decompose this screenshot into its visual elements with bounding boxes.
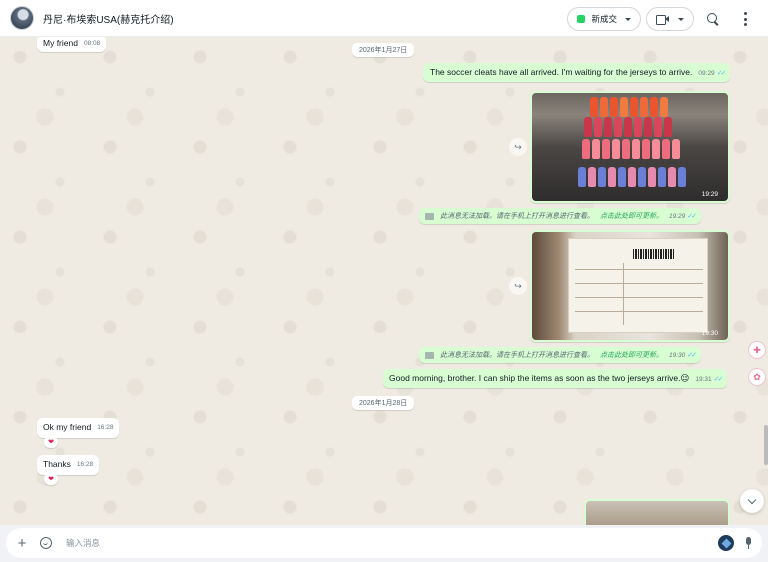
- message-text: Good morning, brother. I can ship the it…: [389, 373, 681, 383]
- message-time: 16:28: [97, 424, 114, 431]
- chevron-down-icon: [747, 495, 757, 504]
- unavailable-message[interactable]: 此消息无法加载。请在手机上打开消息进行查看。 点击此处即可更新。 19:29 ✓✓: [419, 208, 702, 224]
- message-input[interactable]: [66, 538, 718, 548]
- mic-button[interactable]: [744, 537, 752, 549]
- caret-down-icon: [678, 17, 684, 21]
- system-text: 此消息无法加载。请在手机上打开消息进行查看。: [440, 352, 594, 359]
- message-time: 09:29: [698, 70, 715, 77]
- meta-ai-button[interactable]: [718, 535, 734, 551]
- message-time: 19:30: [669, 351, 686, 359]
- chat-header: 丹尼·布埃索USA(赫克托介绍) 新成交: [0, 0, 768, 37]
- status-label-dropdown[interactable]: 新成交: [567, 7, 641, 31]
- message-text: Thanks: [43, 459, 71, 469]
- message-time: 19:31: [695, 376, 712, 383]
- message-unavailable-icon: [425, 212, 434, 220]
- date-separator: 2026年1月27日: [352, 43, 415, 57]
- image-time: 19:30: [701, 330, 718, 337]
- video-call-dropdown[interactable]: [646, 7, 694, 31]
- message-text: Ok my friend: [43, 422, 92, 432]
- read-ticks-icon: ✓✓: [716, 70, 727, 77]
- image-time: 19:29: [701, 191, 718, 198]
- attach-button[interactable]: +: [10, 531, 34, 555]
- message-out[interactable]: The soccer cleats have all arrived. I'm …: [423, 63, 731, 82]
- emoji-icon: [40, 537, 52, 549]
- composer: +: [6, 528, 762, 558]
- scroll-to-bottom-button[interactable]: [740, 489, 764, 513]
- search-icon: [706, 12, 720, 26]
- menu-dots-icon: [743, 12, 747, 26]
- caret-down-icon: [625, 17, 631, 21]
- status-label-text: 新成交: [591, 14, 617, 24]
- message-unavailable-icon: [425, 351, 434, 359]
- read-ticks-icon: ✓✓: [687, 213, 697, 220]
- message-in[interactable]: My friend 08:08: [37, 37, 107, 52]
- plus-icon: +: [17, 534, 27, 552]
- side-translate-button[interactable]: ✿: [748, 368, 766, 386]
- side-tool-button[interactable]: ✚: [748, 341, 766, 359]
- message-text: My friend: [43, 38, 78, 48]
- system-text: 此消息无法加载。请在手机上打开消息进行查看。: [440, 213, 594, 220]
- avatar[interactable]: [10, 6, 34, 30]
- read-ticks-icon: ✓✓: [687, 352, 697, 359]
- heart-reaction-icon[interactable]: ❤: [44, 436, 58, 448]
- menu-button[interactable]: [732, 6, 758, 32]
- update-link[interactable]: 点击此处即可更新。: [600, 350, 663, 360]
- message-in[interactable]: Thanks 16:28: [37, 455, 100, 475]
- scrollbar[interactable]: [764, 425, 768, 465]
- header-actions: 新成交: [567, 6, 758, 32]
- meta-ai-icon: [721, 538, 731, 548]
- emoji-button[interactable]: [34, 531, 58, 555]
- date-separator: 2026年1月28日: [352, 396, 415, 410]
- wink-emoji-icon: 😉: [680, 373, 690, 383]
- image-message[interactable]: 19:29: [530, 91, 730, 203]
- forward-icon[interactable]: ↪: [509, 138, 527, 156]
- composer-bar: +: [0, 525, 768, 562]
- shipping-label-card: [568, 238, 708, 333]
- message-out[interactable]: Good morning, brother. I can ship the it…: [383, 369, 728, 388]
- image-message-partial[interactable]: [584, 499, 730, 525]
- forward-icon[interactable]: ↪: [509, 277, 527, 295]
- chat-title[interactable]: 丹尼·布埃索USA(赫克托介绍): [43, 11, 174, 26]
- message-time: 08:08: [83, 40, 101, 47]
- image-preview[interactable]: [586, 501, 728, 525]
- update-link[interactable]: 点击此处即可更新。: [600, 211, 663, 221]
- image-message[interactable]: 19:30: [530, 230, 730, 342]
- message-list[interactable]: My friend 08:08 2026年1月27日 The soccer cle…: [0, 37, 768, 525]
- image-soccer-cleats[interactable]: 19:29: [532, 93, 728, 201]
- video-call-icon: [656, 13, 670, 25]
- image-shipping-label[interactable]: 19:30: [532, 232, 728, 340]
- message-text: The soccer cleats have all arrived. I'm …: [430, 67, 693, 77]
- message-time: 16:28: [76, 461, 94, 468]
- message-in[interactable]: Ok my friend 16:28: [37, 418, 120, 438]
- search-button[interactable]: [700, 6, 726, 32]
- read-ticks-icon: ✓✓: [713, 376, 724, 383]
- heart-reaction-icon[interactable]: ❤: [44, 473, 58, 485]
- label-color-icon: [577, 15, 586, 23]
- message-time: 19:29: [669, 212, 686, 220]
- unavailable-message[interactable]: 此消息无法加载。请在手机上打开消息进行查看。 点击此处即可更新。 19:30 ✓✓: [419, 347, 702, 363]
